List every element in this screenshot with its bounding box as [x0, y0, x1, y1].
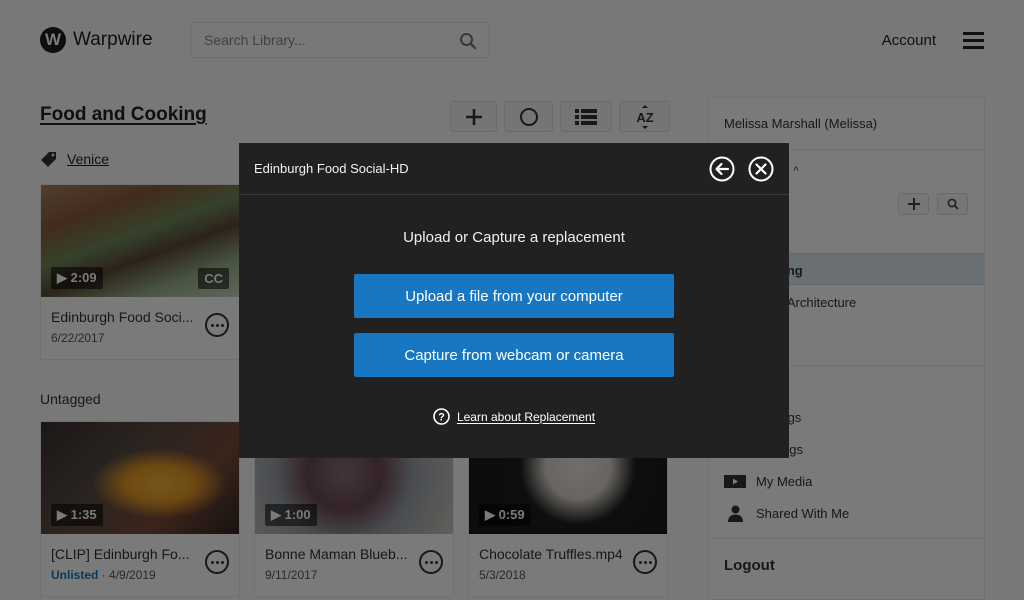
replacement-modal: Edinburgh Food Social-HD Upload or Captu…	[239, 143, 789, 458]
modal-title: Edinburgh Food Social-HD	[254, 161, 409, 176]
learn-about-replacement: ? Learn about Replacement	[239, 408, 789, 425]
back-arrow-icon[interactable]	[709, 156, 735, 182]
modal-subtitle: Upload or Capture a replacement	[403, 229, 625, 246]
learn-about-replacement-link[interactable]: Learn about Replacement	[457, 410, 595, 424]
svg-text:?: ?	[438, 412, 445, 424]
capture-webcam-button[interactable]: Capture from webcam or camera	[354, 333, 674, 377]
upload-file-button[interactable]: Upload a file from your computer	[354, 274, 674, 318]
close-icon[interactable]	[748, 156, 774, 182]
help-icon[interactable]: ?	[433, 408, 450, 425]
modal-header: Edinburgh Food Social-HD	[239, 143, 789, 195]
